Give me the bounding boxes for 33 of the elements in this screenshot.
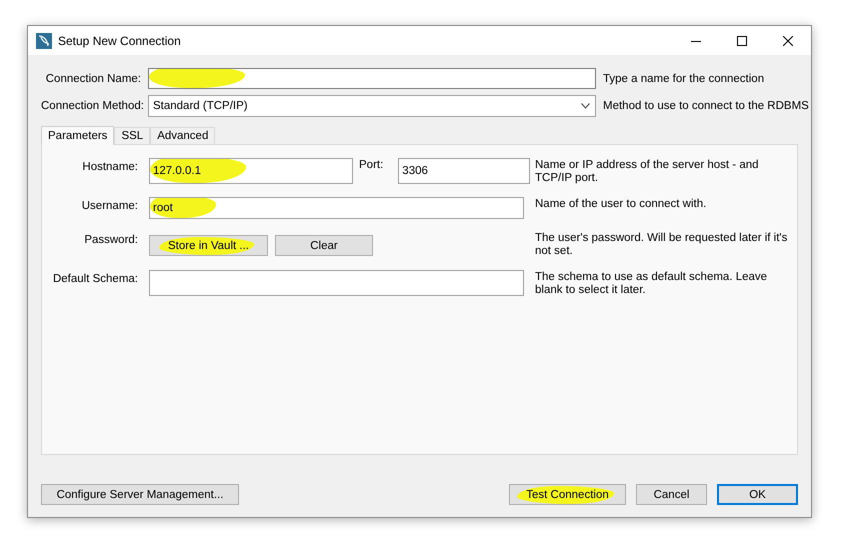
text-field[interactable]: root [149, 197, 524, 219]
port-field[interactable]: 3306 [398, 158, 530, 184]
field-label: Connection Method: [41, 100, 141, 112]
dialog-button[interactable]: Cancel [636, 484, 707, 505]
dialog-button[interactable]: Test Connection [509, 484, 626, 505]
maximize-icon [737, 36, 747, 46]
field-hint: Name or IP address of the server host - and TCP/IP port. [535, 158, 760, 185]
dialog-button[interactable]: Configure Server Management... [41, 484, 239, 505]
hostname-field[interactable]: 127.0.0.1 [149, 158, 353, 184]
tab[interactable]: SSL [114, 127, 150, 144]
field-label: Connection Name: [44, 72, 141, 84]
field-label: Hostname: [81, 160, 138, 173]
window-title: Setup New Connection [58, 34, 182, 48]
field-hint: The schema to use as default schema. Leave blank to select it later. [535, 270, 768, 297]
tab[interactable]: Parameters [41, 126, 114, 145]
field-hint: Name of the user to connect with. [535, 197, 708, 211]
close-icon [783, 36, 793, 46]
text-field[interactable] [149, 270, 524, 296]
field-label: Port: [359, 158, 384, 171]
dialog-button[interactable]: OK [717, 484, 798, 505]
field-hint: Method to use to connect to the RDBMS [603, 100, 809, 112]
tab[interactable]: Advanced [150, 127, 216, 144]
field-label: Password: [83, 233, 138, 246]
connection-name-field[interactable] [148, 68, 596, 89]
field-label: Username: [80, 199, 138, 212]
field-hint: The user's password. Will be requested later if it's not set. [535, 231, 788, 258]
field-label: Default Schema: [52, 272, 138, 285]
chevron-down-icon [581, 103, 590, 109]
clear-button[interactable]: Clear [275, 235, 373, 256]
connection-method-dropdown[interactable]: Standard (TCP/IP) [148, 95, 596, 117]
field-hint: Type a name for the connection [603, 72, 766, 84]
store-in-vault-button[interactable]: Store in Vault ... [149, 235, 268, 256]
app-icon [36, 32, 52, 48]
